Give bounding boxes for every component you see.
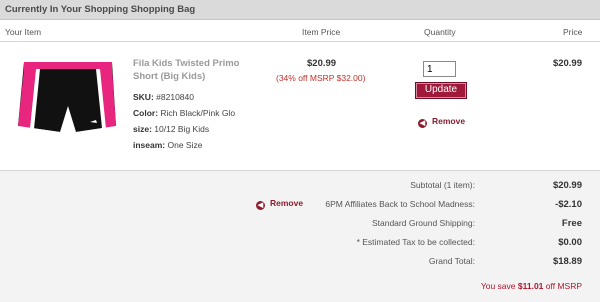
grand-total-value: $18.89 [552,256,582,267]
column-header-quantity: Quantity [424,27,456,37]
item-price: $20.99 [307,58,337,69]
product-sku: SKU: #8210840 [133,92,194,102]
promo-label: 6PM Affiliates Back to School Madness: [325,199,475,209]
column-header-item-price: Item Price [302,27,341,37]
product-color: Color: Rich Black/Pink Glo [133,108,236,118]
product-inseam: inseam: One Size [133,140,203,150]
promo-value: -$2.10 [555,199,582,210]
shipping-label: Standard Ground Shipping: [371,218,475,228]
update-button[interactable]: Update [415,82,467,99]
line-price: $20.99 [552,58,582,69]
subtotal-value: $20.99 [552,180,582,191]
arrow-left-icon: ◀ [256,201,265,210]
remove-item-link[interactable]: ◀ Remove [418,116,465,128]
tax-value: $0.00 [558,237,582,248]
grand-total-label: Grand Total: [428,256,475,266]
product-size: size: 10/12 Big Kids [133,124,210,134]
shipping-value: Free [561,218,582,229]
subtotal-label: Subtotal (1 item): [410,180,475,190]
column-header-price: Price [563,27,583,37]
product-name[interactable]: Fila Kids Twisted Primo Short (Big Kids) [133,57,243,83]
tax-label: * Estimated Tax to be collected: [356,237,475,247]
product-image[interactable] [8,54,128,154]
savings-note: You save $11.01 off MSRP [480,281,582,291]
quantity-input[interactable] [423,61,456,77]
arrow-left-icon: ◀ [418,119,427,128]
remove-promo-link[interactable]: ◀ Remove [256,198,303,210]
page-title: Currently In Your Shopping Shopping Bag [5,4,196,15]
column-header-item: Your Item [5,27,42,37]
bag-title-bar: Currently In Your Shopping Shopping Bag [0,0,600,20]
discount-note: (34% off MSRP $32.00) [276,73,366,83]
header-divider [0,41,600,42]
